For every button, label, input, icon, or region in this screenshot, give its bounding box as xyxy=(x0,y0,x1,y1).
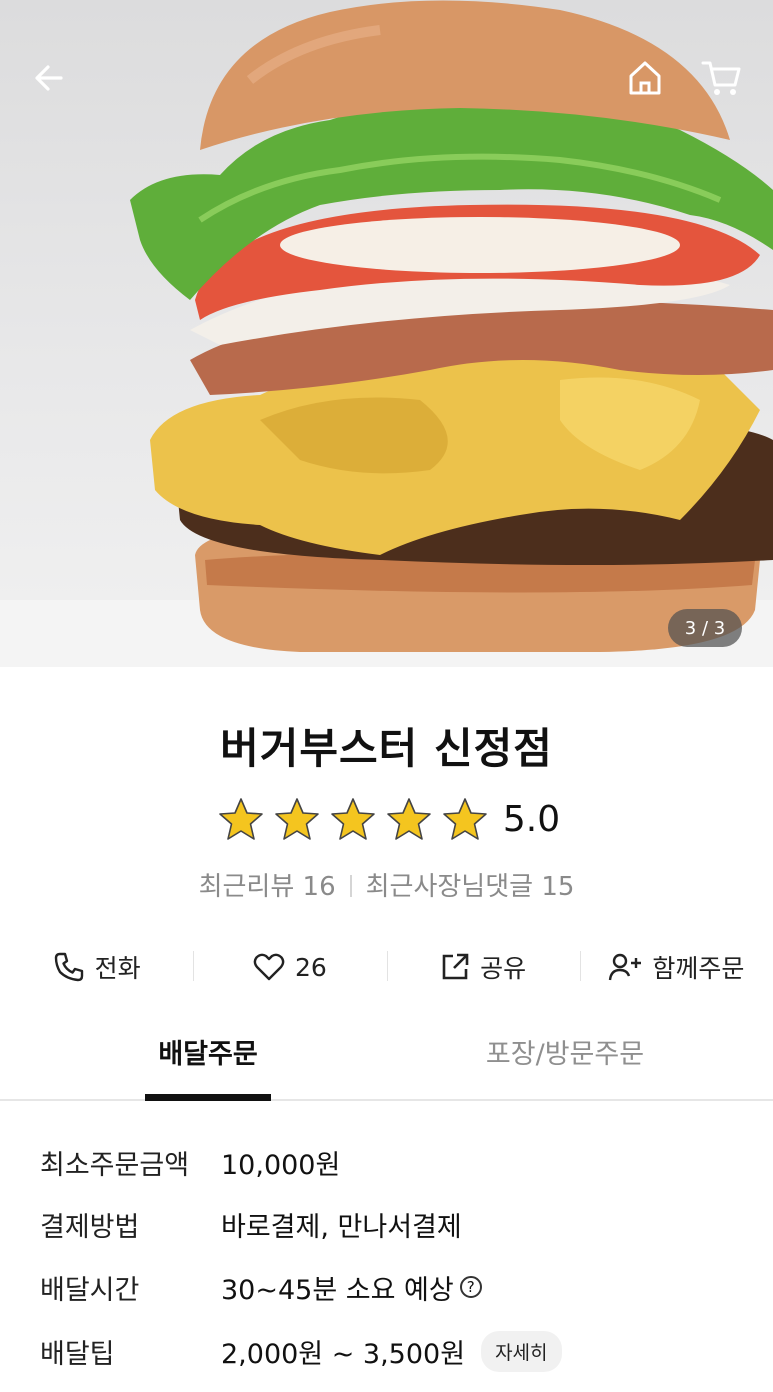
order-type-tabs: 배달주문 포장/방문주문 xyxy=(0,1032,773,1101)
share-icon xyxy=(442,953,469,980)
star-icon xyxy=(275,798,319,840)
info-key: 결제방법 xyxy=(40,1211,140,1243)
info-value: 10,000원 xyxy=(221,1149,341,1181)
store-action-bar: 전화 26 공유 함께주문 xyxy=(0,940,773,994)
cart-button[interactable] xyxy=(698,54,746,102)
home-icon xyxy=(629,61,661,95)
info-value: 2,000원 ~ 3,500원 자세히 xyxy=(221,1330,562,1372)
info-key: 최소주문금액 xyxy=(40,1149,190,1181)
tab-delivery[interactable]: 배달주문 xyxy=(145,1032,271,1101)
owner-replies-link[interactable]: 최근사장님댓글 15 xyxy=(366,872,575,902)
tip-detail-button[interactable]: 자세히 xyxy=(481,1330,562,1372)
info-value: 30~45분 소요 예상 ? xyxy=(221,1268,482,1307)
divider xyxy=(349,875,352,897)
star-icon xyxy=(443,798,487,840)
tab-pickup[interactable]: 포장/방문주문 xyxy=(470,1032,660,1099)
store-hero-image[interactable]: 3 / 3 xyxy=(0,0,773,667)
star-icon xyxy=(219,798,263,840)
add-person-icon xyxy=(609,953,642,981)
info-key: 배달팁 xyxy=(40,1338,115,1370)
call-button[interactable]: 전화 xyxy=(0,940,193,994)
info-value: 바로결제, 만나서결제 xyxy=(221,1211,462,1243)
group-order-label: 함께주문 xyxy=(652,954,745,983)
like-button[interactable]: 26 xyxy=(193,940,386,994)
delivery-tip-value: 2,000원 ~ 3,500원 xyxy=(221,1338,466,1370)
delivery-time-value: 30~45분 소요 예상 xyxy=(221,1274,454,1306)
recent-reviews-link[interactable]: 최근리뷰 16 xyxy=(199,872,336,902)
star-icon xyxy=(331,798,375,840)
info-key: 배달시간 xyxy=(40,1274,140,1306)
arrow-left-icon xyxy=(35,65,63,91)
info-row-payment: 결제방법 바로결제, 만나서결제 xyxy=(40,1202,462,1246)
store-rating: 5.0 xyxy=(0,796,773,842)
info-row-delivery-time: 배달시간 30~45분 소요 예상 ? xyxy=(40,1265,482,1309)
cart-icon xyxy=(701,61,741,95)
back-button[interactable] xyxy=(25,54,73,102)
info-row-min-order: 최소주문금액 10,000원 xyxy=(40,1140,340,1184)
share-button[interactable]: 공유 xyxy=(386,940,580,994)
group-order-button[interactable]: 함께주문 xyxy=(579,940,773,994)
rating-score: 5.0 xyxy=(502,798,561,840)
like-count: 26 xyxy=(294,952,327,982)
heart-icon xyxy=(253,953,285,981)
image-counter: 3 / 3 xyxy=(668,609,742,647)
home-button[interactable] xyxy=(621,54,669,102)
info-row-delivery-tip: 배달팁 2,000원 ~ 3,500원 자세히 xyxy=(40,1329,562,1373)
review-summary: 최근리뷰 16 최근사장님댓글 15 xyxy=(0,866,773,903)
phone-icon xyxy=(54,952,83,982)
share-label: 공유 xyxy=(480,954,527,983)
help-icon[interactable]: ? xyxy=(459,1276,482,1298)
call-label: 전화 xyxy=(94,954,141,983)
star-icon xyxy=(387,798,431,840)
store-name: 버거부스터 신정점 xyxy=(220,724,553,773)
